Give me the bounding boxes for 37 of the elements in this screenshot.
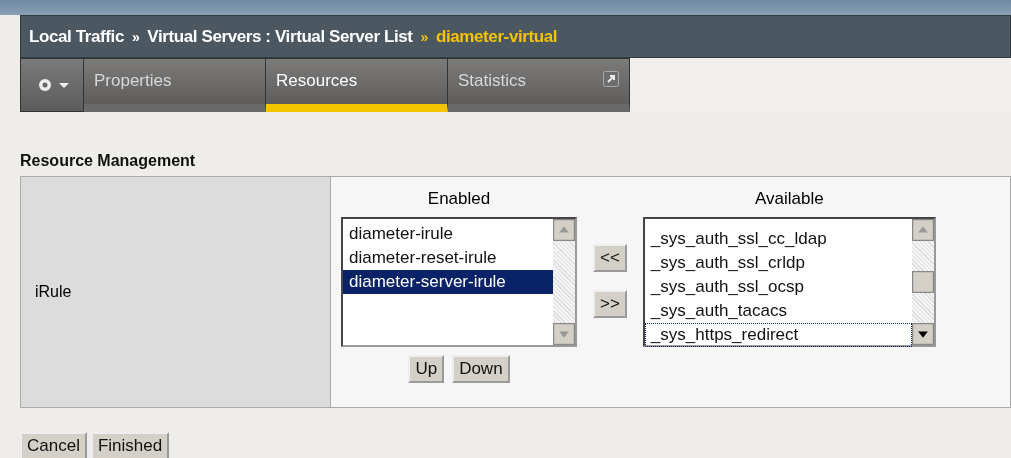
breadcrumb-separator: » xyxy=(420,28,428,45)
scroll-up-icon[interactable] xyxy=(553,219,575,241)
gear-menu[interactable] xyxy=(20,58,84,112)
order-button[interactable]: Down xyxy=(452,355,510,383)
list-item[interactable]: _sys_auth_tacacs xyxy=(644,299,912,323)
tab[interactable]: Statistics xyxy=(448,58,630,112)
tab[interactable]: Resources xyxy=(266,58,448,112)
breadcrumb-separator: » xyxy=(131,28,140,45)
tab[interactable]: Properties xyxy=(84,58,266,112)
order-button[interactable]: Up xyxy=(408,355,445,383)
available-list[interactable]: _sys_auth_ssl_cc_ldap _sys_auth_ssl_crldp _sys_auth_ssl_ocsp _sys_auth_tacacs _sys_https_redirect xyxy=(642,217,936,347)
section-title: Resource Management xyxy=(20,152,197,170)
scroll-up-icon[interactable] xyxy=(911,219,934,241)
list-item[interactable]: _sys_auth_ssl_crldp xyxy=(644,251,912,275)
list-item[interactable]: diameter-server-irule xyxy=(343,270,553,294)
row-label: iRule xyxy=(21,177,331,407)
scroll-down-icon[interactable] xyxy=(911,323,934,345)
caret-icon xyxy=(59,83,69,88)
breadcrumb-current: diameter-virtual xyxy=(435,26,558,47)
list-item[interactable]: _sys_auth_ssl_cc_ldap xyxy=(644,227,912,251)
list-title: Enabled xyxy=(427,189,491,209)
move-button[interactable]: >> xyxy=(593,290,627,318)
list-item[interactable]: _sys_https_redirect xyxy=(644,323,912,347)
enabled-list[interactable]: diameter-irule diameter-reset-irule diameter-server-irule xyxy=(341,217,577,347)
list-item[interactable]: diameter-reset-irule xyxy=(343,246,553,270)
list-item[interactable]: _sys_auth_ssl_ocsp xyxy=(644,275,912,299)
scrollbar[interactable] xyxy=(553,219,575,345)
form-button[interactable]: Cancel xyxy=(20,432,87,458)
breadcrumb-link[interactable]: Virtual Servers : Virtual Server List xyxy=(147,26,413,47)
list-title: Available xyxy=(755,189,824,209)
external-link-icon[interactable] xyxy=(603,71,619,87)
form-button[interactable]: Finished xyxy=(90,432,170,458)
scrollbar[interactable] xyxy=(911,219,934,345)
scroll-thumb[interactable] xyxy=(911,271,934,293)
breadcrumb-link[interactable]: Local Traffic xyxy=(29,26,124,47)
move-button[interactable]: << xyxy=(593,244,627,272)
list-item[interactable]: diameter-irule xyxy=(343,222,553,246)
